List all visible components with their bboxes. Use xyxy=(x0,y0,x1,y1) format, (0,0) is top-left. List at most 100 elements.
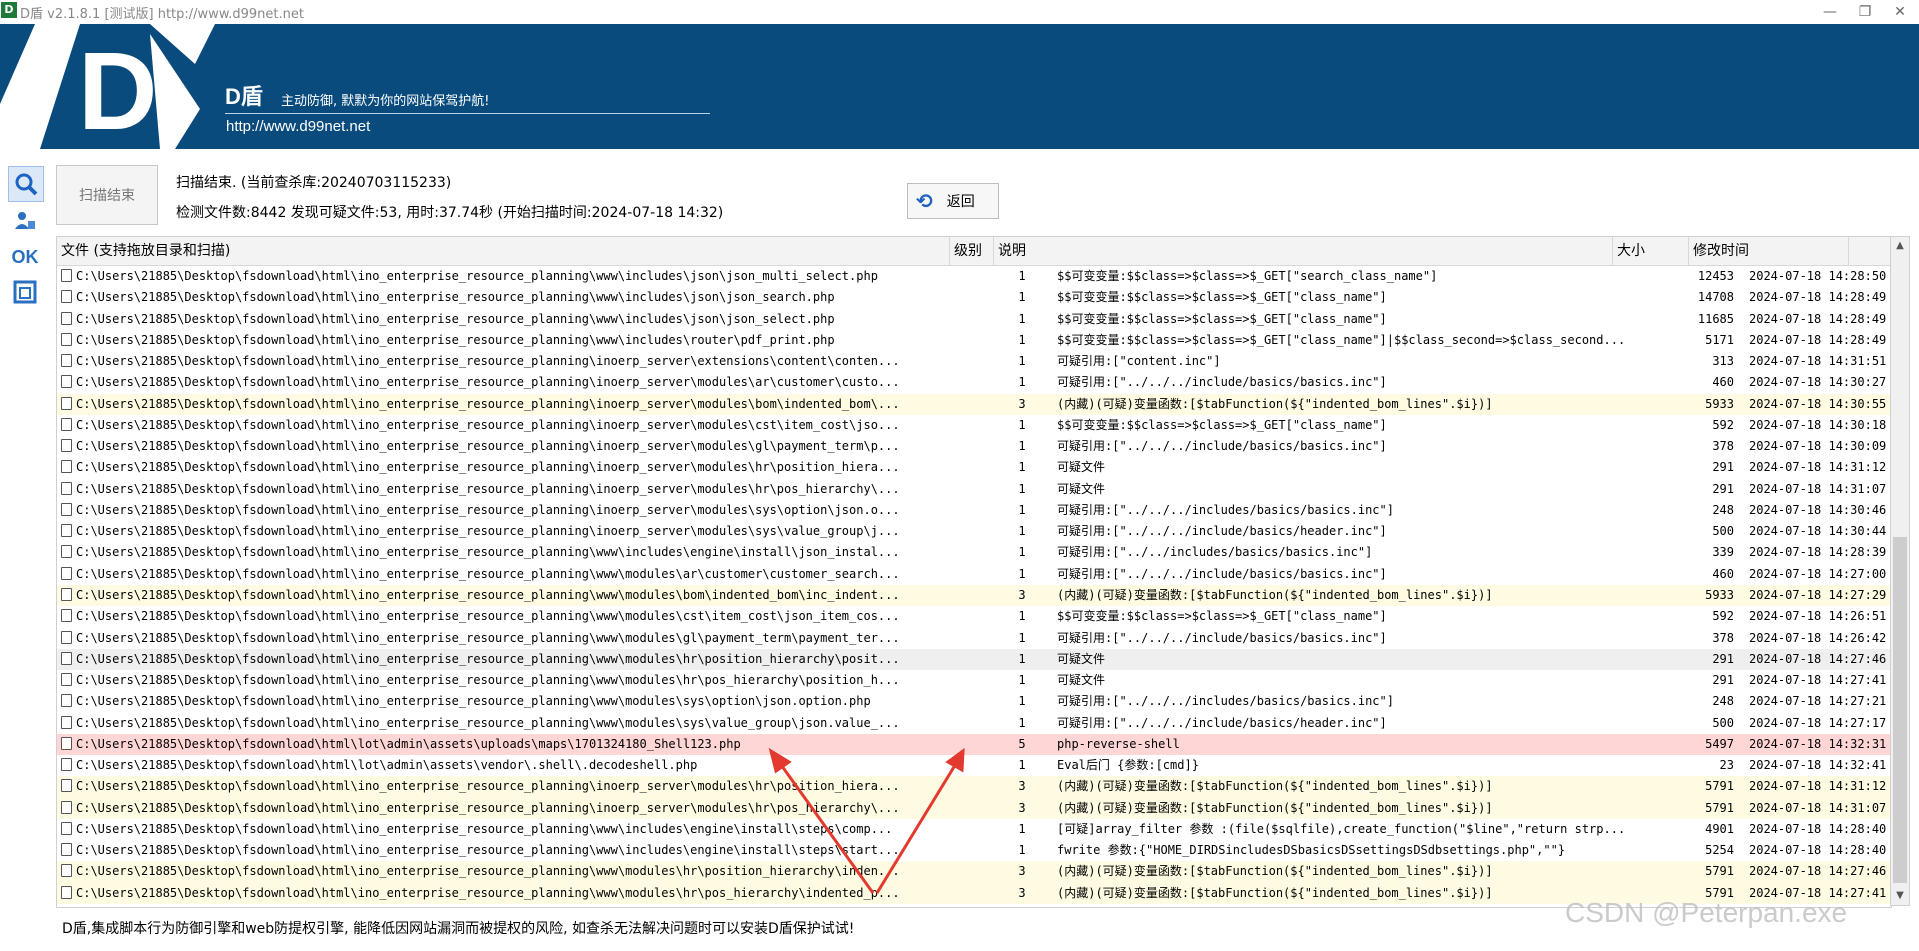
table-row[interactable]: C:\Users\21885\Desktop\fsdownload\html\i… xyxy=(57,542,1891,563)
table-row[interactable]: C:\Users\21885\Desktop\fsdownload\html\i… xyxy=(57,819,1891,840)
table-row[interactable]: C:\Users\21885\Desktop\fsdownload\html\i… xyxy=(57,776,1891,798)
file-path: C:\Users\21885\Desktop\fsdownload\html\i… xyxy=(76,566,900,581)
file-path: C:\Users\21885\Desktop\fsdownload\html\i… xyxy=(76,375,900,390)
table-row[interactable]: C:\Users\21885\Desktop\fsdownload\html\i… xyxy=(57,691,1891,712)
table-row[interactable]: C:\Users\21885\Desktop\fsdownload\html\i… xyxy=(57,415,1891,436)
brand-tagline: 主动防御, 默默为你的网站保驾护航! xyxy=(281,94,490,109)
table-row[interactable]: C:\Users\21885\Desktop\fsdownload\html\i… xyxy=(57,330,1891,351)
modified-time-cell: 2024-07-18 14:32:41 xyxy=(1749,758,1887,773)
table-header: 文件 (支持拖放目录和扫描) 级别 说明 大小 修改时间 xyxy=(57,237,1891,266)
file-path-cell: C:\Users\21885\Desktop\fsdownload\html\i… xyxy=(61,372,991,393)
size-cell: 291 xyxy=(1712,673,1734,688)
brand-name: D盾 xyxy=(225,84,263,109)
description-cell: 可疑引用:["../../../include/basics/basics.in… xyxy=(1057,566,1387,581)
modified-time-cell: 2024-07-18 14:30:55 xyxy=(1749,396,1887,411)
window-frame-icon[interactable] xyxy=(8,275,42,309)
file-path: C:\Users\21885\Desktop\fsdownload\html\i… xyxy=(76,694,871,709)
modified-time-cell: 2024-07-18 14:30:46 xyxy=(1749,502,1887,517)
restore-button[interactable]: ❐ xyxy=(1850,2,1880,22)
modified-time-cell: 2024-07-18 14:27:46 xyxy=(1749,651,1887,666)
modified-time-cell: 2024-07-18 14:27:29 xyxy=(1749,587,1887,602)
minimize-button[interactable]: — xyxy=(1815,2,1845,22)
file-icon xyxy=(61,524,72,538)
level-cell: 1 xyxy=(1018,630,1026,645)
file-path-cell: C:\Users\21885\Desktop\fsdownload\html\i… xyxy=(61,585,991,606)
table-row[interactable]: C:\Users\21885\Desktop\fsdownload\html\i… xyxy=(57,564,1891,585)
level-cell: 1 xyxy=(1018,566,1026,581)
description-cell: $$可变变量:$$class=>$class=>$_GET["search_cl… xyxy=(1057,269,1438,283)
size-cell: 291 xyxy=(1712,481,1734,496)
table-row[interactable]: C:\Users\21885\Desktop\fsdownload\html\i… xyxy=(57,797,1891,819)
size-cell: 5791 xyxy=(1705,864,1734,879)
table-row[interactable]: C:\Users\21885\Desktop\fsdownload\html\i… xyxy=(57,393,1891,415)
size-cell: 592 xyxy=(1712,417,1734,432)
table-row[interactable]: C:\Users\21885\Desktop\fsdownload\html\i… xyxy=(57,266,1891,287)
level-cell: 1 xyxy=(1018,651,1026,666)
table-row[interactable]: C:\Users\21885\Desktop\fsdownload\html\i… xyxy=(57,309,1891,330)
file-path: C:\Users\21885\Desktop\fsdownload\html\i… xyxy=(76,821,893,836)
size-cell: 378 xyxy=(1712,439,1734,454)
table-row[interactable]: C:\Users\21885\Desktop\fsdownload\html\i… xyxy=(57,372,1891,393)
scan-search-icon[interactable] xyxy=(8,166,44,202)
file-path: C:\Users\21885\Desktop\fsdownload\html\i… xyxy=(76,481,900,496)
vertical-scrollbar[interactable]: ▲ ▼ xyxy=(1890,236,1910,906)
size-cell: 500 xyxy=(1712,524,1734,539)
table-row[interactable]: C:\Users\21885\Desktop\fsdownload\html\i… xyxy=(57,351,1891,372)
file-icon xyxy=(61,269,72,282)
file-icon xyxy=(61,864,72,878)
table-row[interactable]: C:\Users\21885\Desktop\fsdownload\html\i… xyxy=(57,584,1891,607)
table-row[interactable]: C:\Users\21885\Desktop\fsdownload\html\l… xyxy=(57,755,1891,776)
level-cell: 1 xyxy=(1018,269,1026,283)
modified-time-cell: 2024-07-18 14:31:51 xyxy=(1749,354,1887,369)
table-row[interactable]: C:\Users\21885\Desktop\fsdownload\html\i… xyxy=(57,840,1891,861)
back-button[interactable]: ⟲ 返回 xyxy=(907,183,999,219)
description-cell: (内藏)(可疑)变量函数:[$tabFunction(${"indented_b… xyxy=(1057,396,1493,411)
column-header-level[interactable]: 级别 xyxy=(950,237,994,265)
table-row[interactable]: C:\Users\21885\Desktop\fsdownload\html\i… xyxy=(57,670,1891,691)
level-cell: 3 xyxy=(1018,587,1026,602)
table-row[interactable]: C:\Users\21885\Desktop\fsdownload\html\i… xyxy=(57,457,1891,478)
scan-status: 扫描结束. (当前查杀库:20240703115233) xyxy=(176,175,452,191)
scroll-down-icon[interactable]: ▼ xyxy=(1891,887,1909,905)
file-icon xyxy=(61,630,72,644)
website-url[interactable]: http://www.d99net.net xyxy=(226,118,370,135)
file-path-cell: C:\Users\21885\Desktop\fsdownload\html\i… xyxy=(61,351,991,372)
modified-time-cell: 2024-07-18 14:31:07 xyxy=(1749,481,1887,496)
column-header-description[interactable]: 说明 xyxy=(994,237,1613,265)
results-table[interactable]: 文件 (支持拖放目录和扫描) 级别 说明 大小 修改时间 C:\Users\21… xyxy=(56,236,1892,908)
size-cell: 291 xyxy=(1712,460,1734,475)
level-cell: 1 xyxy=(1018,694,1026,709)
sidebar: OK xyxy=(0,149,54,951)
file-path: C:\Users\21885\Desktop\fsdownload\html\i… xyxy=(76,290,835,305)
table-row[interactable]: C:\Users\21885\Desktop\fsdownload\html\i… xyxy=(57,436,1891,457)
level-cell: 3 xyxy=(1018,800,1026,815)
table-row[interactable]: C:\Users\21885\Desktop\fsdownload\html\i… xyxy=(57,713,1891,734)
ok-icon[interactable]: OK xyxy=(8,240,42,274)
scan-button[interactable]: 扫描结束 xyxy=(56,165,158,225)
description-cell: 可疑引用:["../../../include/basics/basics.in… xyxy=(1057,630,1387,645)
process-user-icon[interactable] xyxy=(8,204,42,238)
table-row[interactable]: C:\Users\21885\Desktop\fsdownload\html\i… xyxy=(57,606,1891,627)
file-path-cell: C:\Users\21885\Desktop\fsdownload\html\i… xyxy=(61,776,991,797)
table-row[interactable]: C:\Users\21885\Desktop\fsdownload\html\i… xyxy=(57,628,1891,649)
table-row[interactable]: C:\Users\21885\Desktop\fsdownload\html\i… xyxy=(57,648,1891,671)
table-row[interactable]: C:\Users\21885\Desktop\fsdownload\html\i… xyxy=(57,479,1891,500)
table-row[interactable]: C:\Users\21885\Desktop\fsdownload\html\i… xyxy=(57,500,1891,521)
modified-time-cell: 2024-07-18 14:28:50 xyxy=(1749,269,1887,283)
table-row[interactable]: C:\Users\21885\Desktop\fsdownload\html\i… xyxy=(57,521,1891,542)
column-header-modified-time[interactable]: 修改时间 xyxy=(1689,237,1849,265)
table-row[interactable]: C:\Users\21885\Desktop\fsdownload\html\l… xyxy=(57,733,1891,756)
scrollbar-thumb[interactable] xyxy=(1893,537,1907,883)
size-cell: 5791 xyxy=(1705,779,1734,794)
file-path: C:\Users\21885\Desktop\fsdownload\html\i… xyxy=(76,311,835,326)
table-row[interactable]: C:\Users\21885\Desktop\fsdownload\html\i… xyxy=(57,861,1891,883)
column-header-file[interactable]: 文件 (支持拖放目录和扫描) xyxy=(57,237,950,265)
close-button[interactable]: ✕ xyxy=(1885,2,1915,22)
scroll-up-icon[interactable]: ▲ xyxy=(1891,237,1909,255)
file-icon xyxy=(61,502,72,516)
column-header-size[interactable]: 大小 xyxy=(1613,237,1689,265)
level-cell: 1 xyxy=(1018,290,1026,305)
table-row[interactable]: C:\Users\21885\Desktop\fsdownload\html\i… xyxy=(57,287,1891,308)
back-button-label: 返回 xyxy=(946,194,975,210)
modified-time-cell: 2024-07-18 14:30:09 xyxy=(1749,439,1887,454)
